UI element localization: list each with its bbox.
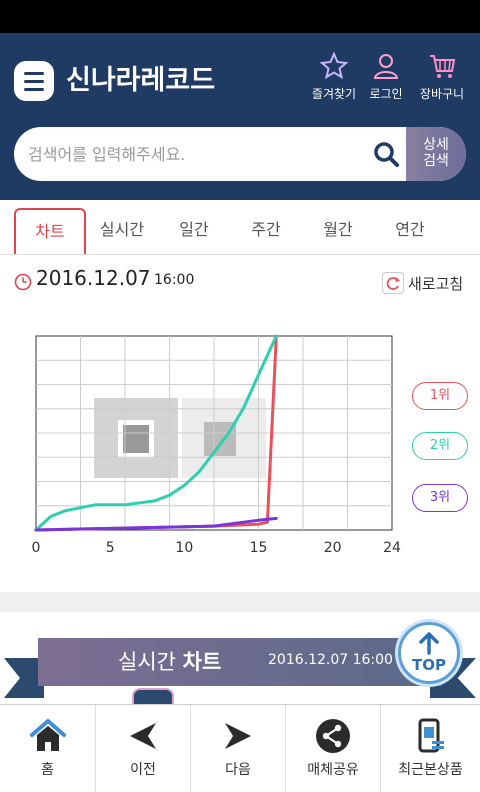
legend-rank-3: 3위 bbox=[412, 484, 468, 512]
share-icon bbox=[316, 719, 350, 753]
cart-icon bbox=[430, 55, 456, 78]
x-tick-label: 24 bbox=[383, 540, 401, 556]
banner-title-bold: 차트 bbox=[182, 650, 222, 674]
realtime-chart-banner: 실시간 차트 2016.12.07 16:00 TOP bbox=[0, 612, 480, 704]
forward-arrow-icon bbox=[225, 723, 251, 749]
refresh-button[interactable]: 새로고침 bbox=[382, 272, 472, 296]
nav-home-label: 홈 bbox=[41, 762, 54, 778]
status-bar bbox=[0, 0, 480, 33]
timestamp-bar: 2016.12.07 16:00 새로고침 bbox=[0, 262, 480, 302]
detail-search-label-1: 상세 bbox=[423, 137, 449, 153]
search-icon[interactable] bbox=[372, 140, 400, 168]
x-tick-label: 5 bbox=[106, 540, 115, 556]
section-divider bbox=[0, 592, 480, 612]
bottom-navigation: 홈 이전 다음 매체공유 최근본상품 bbox=[0, 704, 480, 792]
tab-weekly[interactable]: 주간 bbox=[230, 208, 302, 252]
legend-rank-2: 2위 bbox=[412, 432, 468, 460]
x-tick-label: 20 bbox=[324, 540, 342, 556]
tab-realtime[interactable]: 실시간 bbox=[86, 208, 158, 252]
chart-date: 2016.12.07 bbox=[36, 266, 151, 290]
recent-items-icon bbox=[418, 718, 444, 753]
scroll-top-button[interactable]: TOP bbox=[398, 622, 460, 684]
x-tick-label: 10 bbox=[175, 540, 193, 556]
login-button[interactable]: 로그인 bbox=[354, 51, 418, 102]
search-box: 상세 검색 bbox=[14, 127, 466, 181]
menu-icon bbox=[24, 71, 44, 75]
back-arrow-icon bbox=[130, 723, 156, 749]
tab-monthly[interactable]: 월간 bbox=[302, 208, 374, 252]
tab-daily[interactable]: 일간 bbox=[158, 208, 230, 252]
cart-label: 장바구니 bbox=[419, 87, 465, 101]
x-tick-label: 0 bbox=[32, 540, 41, 556]
refresh-label: 새로고침 bbox=[408, 275, 464, 293]
x-tick-label: 15 bbox=[250, 540, 268, 556]
arrow-up-icon bbox=[419, 632, 439, 655]
refresh-icon bbox=[382, 272, 404, 294]
favorites-label: 즐겨찾기 bbox=[311, 87, 357, 101]
home-icon bbox=[29, 719, 66, 751]
logo[interactable]: 신나라레코드 bbox=[66, 61, 215, 101]
nav-back[interactable]: 이전 bbox=[95, 705, 190, 792]
nav-recent-label: 최근본상품 bbox=[398, 762, 463, 778]
legend-rank-1: 1위 bbox=[412, 382, 468, 410]
chart-tabs: 차트 실시간 일간 주간 월간 연간 bbox=[0, 200, 480, 255]
banner-date: 2016.12.07 16:00 bbox=[268, 652, 393, 668]
login-label: 로그인 bbox=[369, 87, 403, 101]
star-icon bbox=[319, 51, 349, 80]
detail-search-label-2: 검색 bbox=[423, 153, 449, 169]
realtime-chart: 0 5 10 15 20 24 1위 2위 3위 bbox=[0, 320, 480, 560]
nav-forward-label: 다음 bbox=[225, 762, 251, 778]
nav-share-label: 매체공유 bbox=[307, 762, 359, 778]
chart-plot: 0 5 10 15 20 24 bbox=[32, 334, 401, 556]
tab-chart[interactable]: 차트 bbox=[14, 208, 86, 254]
nav-recent[interactable]: 최근본상품 bbox=[380, 705, 480, 792]
cart-button[interactable]: 장바구니 bbox=[410, 51, 474, 102]
nav-share[interactable]: 매체공유 bbox=[285, 705, 380, 792]
chart-time: 16:00 bbox=[154, 272, 195, 288]
section-tab-peek bbox=[132, 688, 174, 704]
user-icon bbox=[373, 54, 399, 79]
nav-back-label: 이전 bbox=[130, 762, 156, 778]
tab-yearly[interactable]: 연간 bbox=[374, 208, 446, 252]
nav-home[interactable]: 홈 bbox=[0, 705, 95, 792]
nav-forward[interactable]: 다음 bbox=[190, 705, 285, 792]
banner-title-prefix: 실시간 bbox=[118, 650, 176, 674]
scroll-top-label: TOP bbox=[412, 656, 446, 674]
banner-bar: 실시간 차트 2016.12.07 16:00 bbox=[38, 638, 442, 686]
search-input[interactable] bbox=[28, 127, 368, 181]
banner-title: 실시간 차트 bbox=[118, 646, 221, 676]
detail-search-button[interactable]: 상세 검색 bbox=[406, 127, 466, 181]
header: 신나라레코드 즐겨찾기 로그인 장바구니 상세 검색 bbox=[0, 33, 480, 200]
clock-icon bbox=[14, 273, 32, 291]
menu-button[interactable] bbox=[14, 61, 54, 101]
